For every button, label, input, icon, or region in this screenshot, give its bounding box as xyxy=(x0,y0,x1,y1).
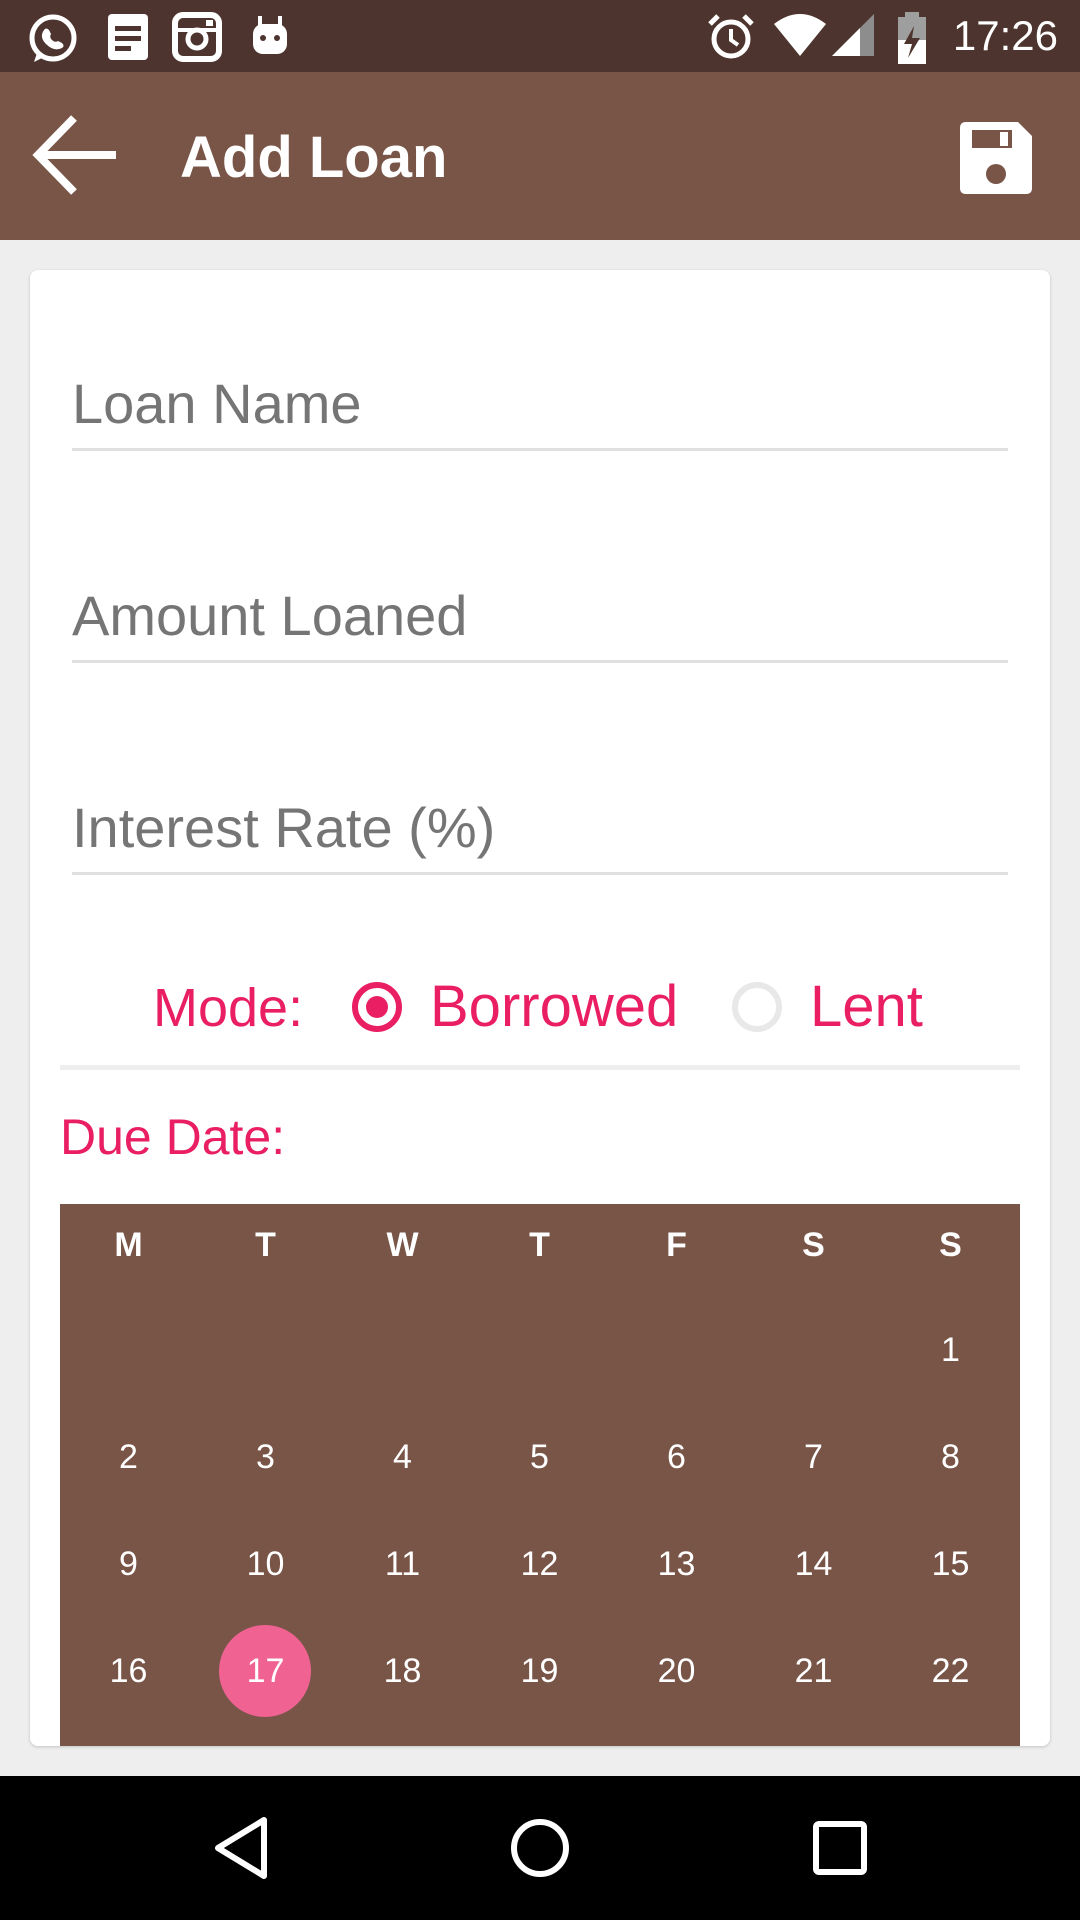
mode-radio-group: Mode: Borrowed Lent xyxy=(30,955,1050,1055)
weekday-header: T xyxy=(255,1226,276,1264)
page-title: Add Loan xyxy=(180,125,448,190)
calendar-day-selected[interactable]: 17 xyxy=(197,1625,334,1717)
calendar-day-number: 21 xyxy=(794,1652,833,1690)
calendar-day-number: 10 xyxy=(246,1545,285,1583)
calendar-day-number: 13 xyxy=(657,1545,696,1583)
due-date-calendar: M T W T F S S 1 2 3 4 5 6 7 8 9 10 11 12 13 14 15 16 17 1… xyxy=(60,1204,1020,1746)
mode-lent-radio[interactable]: Lent xyxy=(732,955,952,1055)
arrow-left-icon xyxy=(32,115,116,195)
calendar-day-number: 18 xyxy=(383,1652,422,1690)
calendar-day-number: 7 xyxy=(804,1438,823,1476)
calendar-day-number: 22 xyxy=(931,1652,970,1690)
android-icon xyxy=(253,16,287,54)
calendar-day[interactable]: 7 xyxy=(745,1411,882,1503)
nav-recents-button[interactable] xyxy=(800,1808,880,1888)
calendar-day[interactable]: 12 xyxy=(471,1518,608,1610)
back-button[interactable] xyxy=(28,110,128,200)
status-bar: 17:26 xyxy=(0,0,1080,72)
calendar-day-number: 1 xyxy=(941,1331,960,1369)
calendar-day[interactable]: 6 xyxy=(608,1411,745,1503)
calendar-day[interactable]: 19 xyxy=(471,1625,608,1717)
radio-checked-icon xyxy=(352,982,402,1032)
calendar-day-number: 2 xyxy=(119,1438,138,1476)
calendar-day-number: 9 xyxy=(119,1545,138,1583)
nav-home-button[interactable] xyxy=(500,1808,580,1888)
calendar-day-number: 15 xyxy=(931,1545,970,1583)
save-button[interactable] xyxy=(948,110,1044,206)
recents-square-icon xyxy=(813,1821,867,1875)
weekday-header: F xyxy=(666,1226,687,1264)
calendar-day[interactable]: 15 xyxy=(882,1518,1019,1610)
alarm-icon xyxy=(708,14,754,59)
mode-lent-label: Lent xyxy=(810,974,923,1039)
calendar-day-number: 20 xyxy=(657,1652,696,1690)
loan-name-input[interactable] xyxy=(72,358,1008,451)
due-date-label: Due Date: xyxy=(60,1109,286,1165)
calendar-day[interactable]: 8 xyxy=(882,1411,1019,1503)
calendar-day[interactable]: 16 xyxy=(60,1625,197,1717)
back-triangle-icon xyxy=(215,1817,267,1879)
calendar-day-number: 8 xyxy=(941,1438,960,1476)
calendar-day[interactable]: 18 xyxy=(334,1625,471,1717)
calendar-day-number: 6 xyxy=(667,1438,686,1476)
clock: 17:26 xyxy=(952,12,1058,59)
calendar-day[interactable]: 13 xyxy=(608,1518,745,1610)
system-nav-bar xyxy=(0,1776,1080,1920)
calendar-day[interactable]: 2 xyxy=(60,1411,197,1503)
save-floppy-icon xyxy=(960,122,1032,194)
battery-charging-icon xyxy=(898,12,926,64)
calendar-day[interactable]: 9 xyxy=(60,1518,197,1610)
calendar-day-number: 16 xyxy=(109,1652,148,1690)
weekday-header: W xyxy=(386,1226,419,1264)
interest-rate-input[interactable] xyxy=(72,782,1008,875)
weekday-header: T xyxy=(529,1226,550,1264)
calendar-day[interactable]: 3 xyxy=(197,1411,334,1503)
calendar-day-number: 17 xyxy=(246,1652,285,1690)
whatsapp-icon xyxy=(29,14,77,62)
calendar-day-number: 5 xyxy=(530,1438,549,1476)
calendar-day-number: 14 xyxy=(794,1545,833,1583)
calendar-day[interactable]: 10 xyxy=(197,1518,334,1610)
calendar-day[interactable]: 1 xyxy=(882,1304,1019,1396)
signal-icon xyxy=(832,14,874,56)
radio-unchecked-icon xyxy=(732,982,782,1032)
calendar-day[interactable]: 5 xyxy=(471,1411,608,1503)
divider xyxy=(60,1065,1020,1070)
calendar-day-number: 4 xyxy=(393,1438,412,1476)
notes-icon xyxy=(108,14,148,60)
mode-borrowed-label: Borrowed xyxy=(430,974,679,1039)
wifi-icon xyxy=(774,14,826,56)
weekday-header: M xyxy=(114,1226,143,1264)
calendar-day-number: 3 xyxy=(256,1438,275,1476)
weekday-header: S xyxy=(802,1226,825,1264)
calendar-day-number: 19 xyxy=(520,1652,559,1690)
calendar-day[interactable]: 14 xyxy=(745,1518,882,1610)
calendar-day[interactable]: 11 xyxy=(334,1518,471,1610)
home-circle-icon xyxy=(511,1819,569,1877)
calendar-day[interactable]: 21 xyxy=(745,1625,882,1717)
mode-borrowed-radio[interactable]: Borrowed xyxy=(352,955,678,1055)
instagram-icon xyxy=(172,12,222,62)
amount-loaned-input[interactable] xyxy=(72,570,1008,663)
weekday-header: S xyxy=(939,1226,962,1264)
calendar-day[interactable]: 20 xyxy=(608,1625,745,1717)
nav-back-button[interactable] xyxy=(202,1808,282,1888)
calendar-day[interactable]: 4 xyxy=(334,1411,471,1503)
mode-label: Mode: xyxy=(153,978,304,1038)
calendar-day-number: 12 xyxy=(520,1545,559,1583)
calendar-day-number: 11 xyxy=(384,1545,421,1583)
app-bar: Add Loan xyxy=(0,72,1080,240)
loan-form-card: Mode: Borrowed Lent Due Date: M T W T F … xyxy=(30,270,1050,1746)
calendar-day[interactable]: 22 xyxy=(882,1625,1019,1717)
